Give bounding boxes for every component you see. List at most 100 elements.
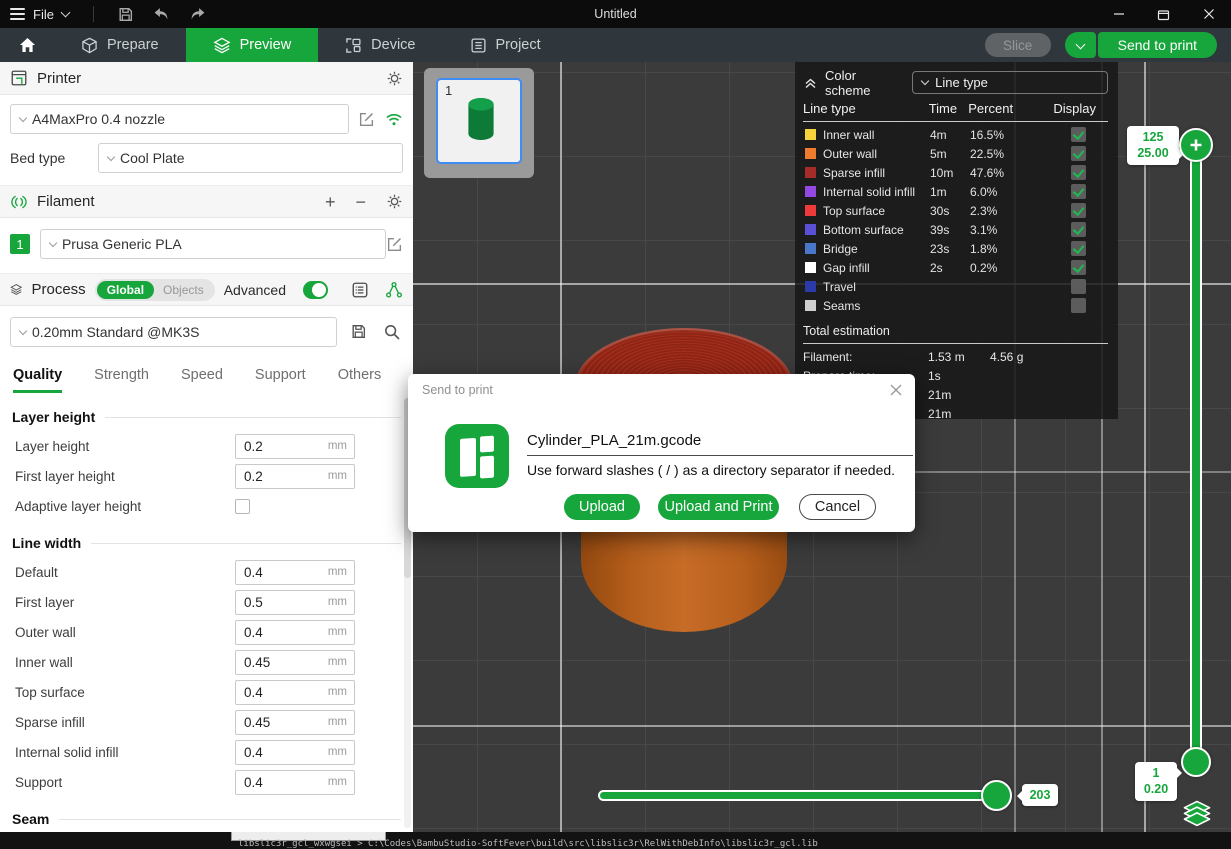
- internal-solid-infill-width-input[interactable]: [236, 745, 328, 760]
- layer-height-input[interactable]: [236, 439, 328, 454]
- cancel-button[interactable]: Cancel: [799, 494, 876, 520]
- slice-button[interactable]: Slice: [985, 33, 1051, 57]
- filament-preset-value: Prusa Generic PLA: [62, 236, 182, 252]
- close-button[interactable]: [1186, 0, 1231, 28]
- edit-filament-button[interactable]: [386, 236, 403, 253]
- display-checkbox[interactable]: [1071, 165, 1086, 180]
- chevron-down-icon: [61, 7, 71, 17]
- upload-button[interactable]: Upload: [564, 494, 640, 520]
- send-dropdown-button[interactable]: [1065, 32, 1096, 58]
- display-checkbox[interactable]: [1071, 127, 1086, 142]
- add-filament-button[interactable]: +: [325, 193, 336, 211]
- scope-objects-button[interactable]: Objects: [154, 283, 213, 297]
- legend-row: Top surface30s2.3%: [803, 201, 1108, 220]
- outer-wall-width-input[interactable]: [236, 625, 328, 640]
- tab-preview[interactable]: Preview: [186, 28, 319, 62]
- remove-filament-button[interactable]: −: [355, 193, 366, 211]
- gear-icon[interactable]: [386, 70, 403, 87]
- display-checkbox[interactable]: [1071, 241, 1086, 256]
- title-bar: File Untitled: [0, 0, 1231, 28]
- tab-quality[interactable]: Quality: [13, 357, 62, 393]
- layer-slider-bottom-handle[interactable]: [1181, 747, 1211, 777]
- app-window: File Untitled: [0, 0, 1231, 849]
- save-preset-icon[interactable]: [350, 323, 367, 340]
- default-width-input[interactable]: [236, 565, 328, 580]
- color-scheme-select[interactable]: Line type: [912, 71, 1108, 94]
- advanced-toggle[interactable]: [303, 281, 328, 299]
- display-checkbox[interactable]: [1071, 146, 1086, 161]
- minimize-button[interactable]: [1096, 0, 1141, 28]
- layer-height-input-box: mm: [235, 434, 355, 459]
- layer-slider-top-handle[interactable]: [1179, 128, 1213, 162]
- legend-row: Travel: [803, 277, 1108, 296]
- process-section-header: Process Global Objects Advanced: [0, 273, 413, 306]
- printer-title: Printer: [37, 70, 81, 87]
- tab-project[interactable]: Project: [443, 28, 568, 62]
- tab-speed[interactable]: Speed: [181, 357, 223, 393]
- display-checkbox[interactable]: [1071, 203, 1086, 218]
- legend-row: Outer wall5m22.5%: [803, 144, 1108, 163]
- undo-button[interactable]: [147, 2, 177, 26]
- gear-icon[interactable]: [386, 193, 403, 210]
- printer-preset-select[interactable]: A4MaxPro 0.4 nozzle: [10, 104, 349, 134]
- display-checkbox[interactable]: [1071, 260, 1086, 275]
- move-slider-track[interactable]: [598, 790, 1008, 801]
- filament-slot-badge[interactable]: 1: [10, 234, 30, 254]
- scope-global-button[interactable]: Global: [97, 281, 154, 299]
- setting-row: Default mm: [12, 557, 401, 587]
- edit-printer-button[interactable]: [358, 111, 375, 128]
- file-menu-button[interactable]: File: [0, 0, 79, 28]
- edit-icon: [358, 111, 375, 128]
- tab-prepare[interactable]: Prepare: [54, 28, 186, 62]
- objects-tree-icon[interactable]: [385, 281, 403, 299]
- setting-row: Sparse infill mm: [12, 707, 401, 737]
- plate-thumbnail[interactable]: 1: [436, 78, 522, 164]
- dialog-close-button[interactable]: [889, 383, 903, 402]
- layer-view-icon[interactable]: [1181, 798, 1213, 830]
- redo-button[interactable]: [183, 2, 213, 26]
- printer-section-header: Printer: [0, 62, 413, 95]
- upload-and-print-button[interactable]: Upload and Print: [658, 494, 779, 520]
- legend-row: Sparse infill10m47.6%: [803, 163, 1108, 182]
- legend-row: Bridge23s1.8%: [803, 239, 1108, 258]
- support-width-input[interactable]: [236, 775, 328, 790]
- first-layer-width-input[interactable]: [236, 595, 328, 610]
- setting-row: Support mm: [12, 767, 401, 797]
- color-swatch: [805, 148, 816, 159]
- printer-connection-button[interactable]: [385, 112, 403, 127]
- bed-type-select[interactable]: Cool Plate: [98, 143, 403, 173]
- layer-slider-track[interactable]: [1190, 145, 1202, 761]
- tab-device[interactable]: Device: [318, 28, 442, 62]
- collapse-icon[interactable]: [803, 76, 818, 90]
- undo-icon: [153, 7, 170, 22]
- adaptive-layer-height-checkbox[interactable]: [235, 499, 250, 514]
- save-button[interactable]: [111, 2, 141, 26]
- edit-icon: [386, 236, 403, 253]
- top-surface-width-input[interactable]: [236, 685, 328, 700]
- filament-preset-select[interactable]: Prusa Generic PLA: [40, 229, 386, 259]
- tab-others[interactable]: Others: [338, 357, 382, 393]
- tab-support[interactable]: Support: [255, 357, 306, 393]
- filename-input[interactable]: [527, 426, 913, 456]
- inner-wall-width-input[interactable]: [236, 655, 328, 670]
- dialog-title: Send to print: [422, 383, 493, 397]
- display-checkbox[interactable]: [1071, 298, 1086, 313]
- display-checkbox[interactable]: [1071, 279, 1086, 294]
- sparse-infill-width-input[interactable]: [236, 715, 328, 730]
- first-layer-height-input[interactable]: [236, 469, 328, 484]
- parameter-list-icon[interactable]: [351, 281, 369, 299]
- home-button[interactable]: [0, 28, 54, 62]
- process-preset-select[interactable]: 0.20mm Standard @MK3S: [10, 317, 337, 347]
- plate-grid-line: [1144, 62, 1146, 832]
- process-icon: [10, 281, 23, 298]
- cube-icon: [81, 37, 98, 54]
- send-to-print-button[interactable]: Send to print: [1098, 32, 1217, 58]
- display-checkbox[interactable]: [1071, 184, 1086, 199]
- maximize-button[interactable]: [1141, 0, 1186, 28]
- display-checkbox[interactable]: [1071, 222, 1086, 237]
- tab-strength[interactable]: Strength: [94, 357, 149, 393]
- move-slider-handle[interactable]: [981, 780, 1012, 811]
- inner-wall-width-input-box: mm: [235, 650, 355, 675]
- search-icon[interactable]: [383, 323, 401, 341]
- home-icon: [19, 37, 36, 53]
